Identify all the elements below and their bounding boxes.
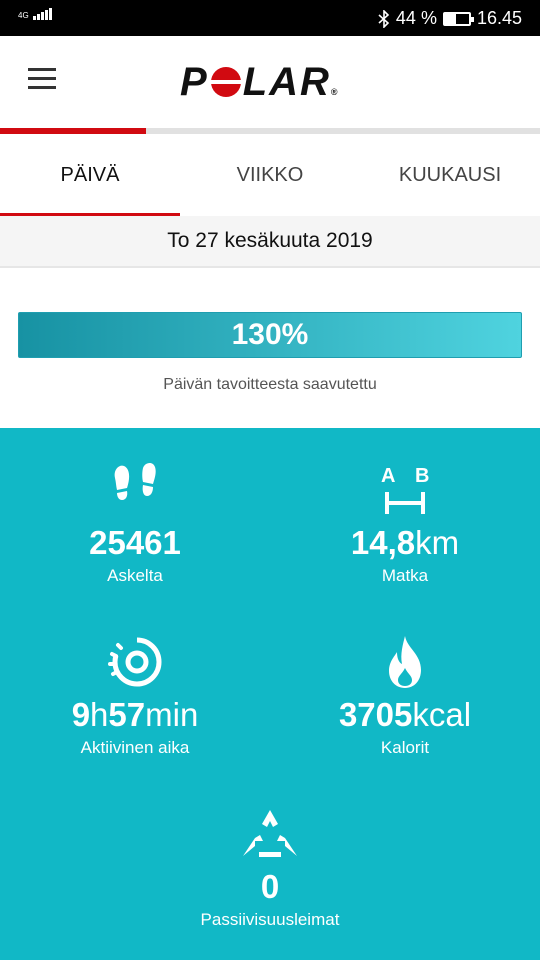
hamburger-icon-line (28, 77, 56, 80)
battery-percent: 44 % (395, 8, 437, 28)
daily-goal-section: 130% Päivän tavoitteesta saavutettu (0, 268, 540, 428)
signal-icon (33, 8, 52, 20)
inactivity-number: 0 (260, 868, 280, 905)
activity-stats: 25461 Askelta A B 14,8km Matka 9h57min A… (0, 428, 540, 960)
stat-steps[interactable]: 25461 Askelta (0, 462, 270, 586)
menu-button[interactable] (28, 68, 56, 90)
tab-week[interactable]: VIIKKO (180, 134, 360, 216)
footprints-icon (114, 462, 156, 500)
hamburger-icon (28, 68, 56, 71)
calories-number: 3705 (338, 696, 413, 733)
network-label: 4G (18, 11, 29, 20)
steps-value: 25461 (0, 524, 270, 562)
active-time-label: Aktiivinen aika (80, 738, 190, 757)
tab-day[interactable]: PÄIVÄ (0, 134, 180, 216)
stat-calories[interactable]: 3705kcal Kalorit (270, 634, 540, 758)
active-hours: 9 (71, 696, 91, 733)
distance-unit: km (415, 524, 460, 561)
hours-unit: h (90, 696, 109, 733)
svg-text:A: A (381, 465, 395, 487)
clock: 16.45 (476, 8, 522, 28)
distance-label: Matka (381, 566, 429, 585)
bluetooth-icon (378, 9, 390, 28)
inactivity-label: Passiivisuusleimat (200, 910, 340, 929)
active-time-value: 9h57min (0, 696, 270, 734)
calories-unit: kcal (412, 696, 472, 733)
battery-icon (442, 11, 474, 26)
steps-number: 25461 (89, 524, 181, 561)
date-selector[interactable]: To 27 kesäkuuta 2019 (0, 216, 540, 268)
inactivity-value: 0 (135, 868, 405, 906)
battery-fill (444, 13, 456, 24)
calories-label: Kalorit (380, 738, 430, 757)
polar-logo: P LAR® (180, 60, 340, 104)
date-label: To 27 kesäkuuta 2019 (167, 229, 373, 252)
stat-distance[interactable]: A B 14,8km Matka (270, 462, 540, 586)
period-tabs: PÄIVÄ VIIKKO KUUKAUSI (0, 134, 540, 216)
svg-text:B: B (415, 465, 429, 487)
status-bar: 4G 44 % 16.45 (0, 0, 540, 36)
network-indicator: 4G (18, 8, 52, 20)
distance-value: 14,8km (270, 524, 540, 562)
goal-percent: 130% (231, 318, 309, 351)
goal-progress-bar[interactable]: 130% (18, 312, 522, 358)
activity-circle-icon (108, 637, 162, 687)
status-right: 44 % 16.45 (378, 8, 522, 29)
distance-number: 14,8 (350, 524, 416, 561)
stat-inactivity[interactable]: 0 Passiivisuusleimat (135, 806, 405, 930)
inactivity-triangle-icon (243, 810, 297, 857)
goal-caption: Päivän tavoitteesta saavutettu (163, 376, 377, 393)
hamburger-icon-line (28, 86, 56, 89)
minutes-unit: min (145, 696, 199, 733)
distance-ab-icon: A B (381, 465, 429, 514)
steps-label: Askelta (107, 566, 163, 585)
calories-value: 3705kcal (270, 696, 540, 734)
tab-month[interactable]: KUUKAUSI (360, 134, 540, 216)
stat-active-time[interactable]: 9h57min Aktiivinen aika (0, 634, 270, 758)
app-header: P LAR® (0, 36, 540, 128)
active-minutes: 57 (108, 696, 146, 733)
flame-icon (389, 636, 421, 688)
